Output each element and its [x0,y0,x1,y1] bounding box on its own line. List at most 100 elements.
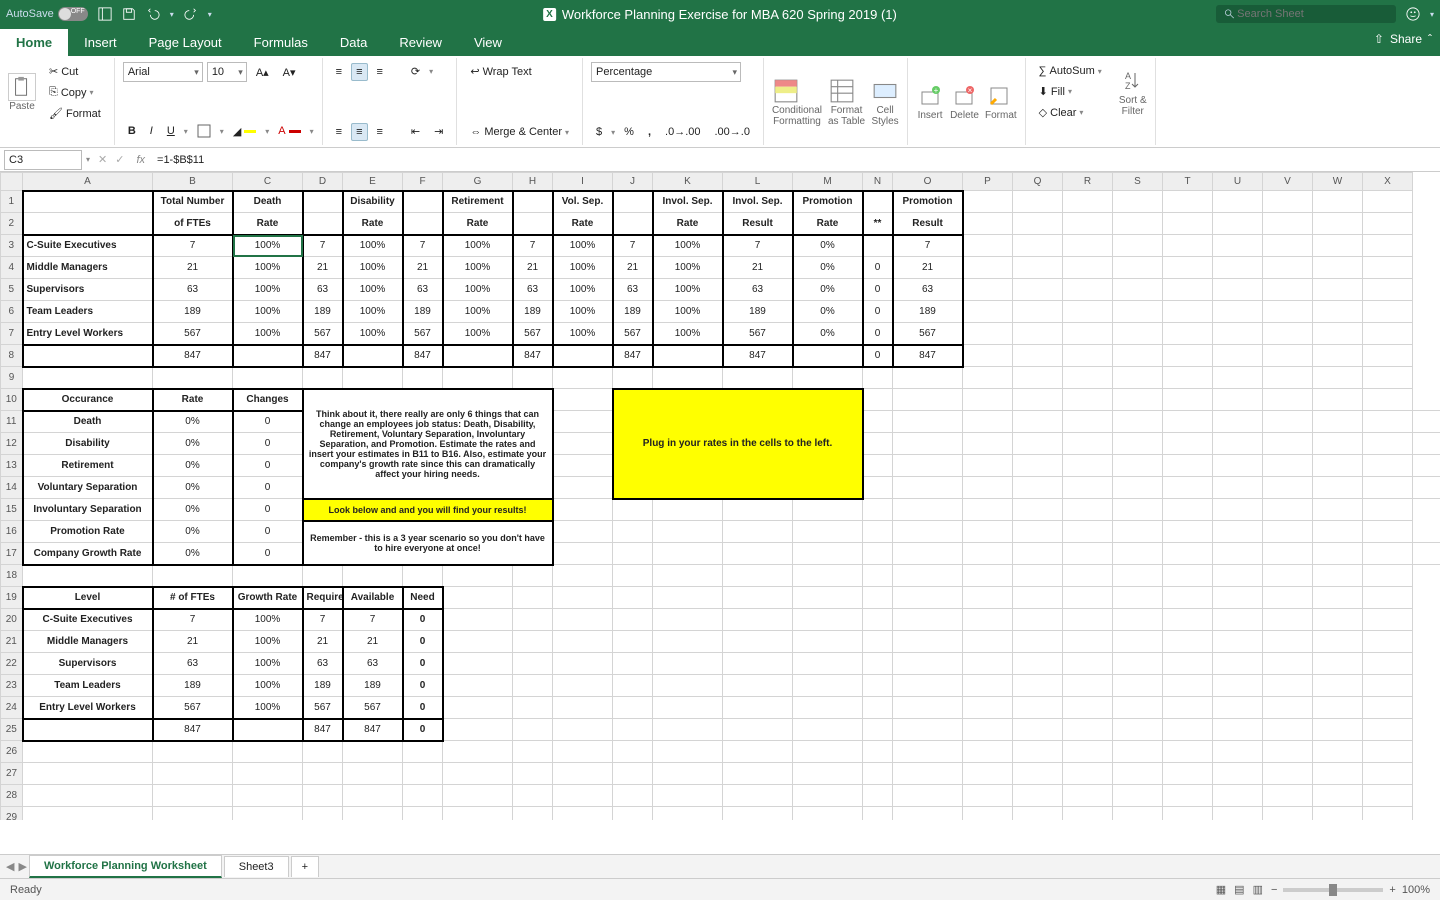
zoom-level[interactable]: 100% [1402,884,1430,896]
cell[interactable] [1063,279,1113,301]
cell[interactable] [513,763,553,785]
cell[interactable] [1013,191,1063,213]
cell[interactable] [653,499,723,521]
cell[interactable] [1063,697,1113,719]
cell[interactable]: 189 [893,301,963,323]
cell[interactable] [653,763,723,785]
cell[interactable] [303,785,343,807]
cell[interactable] [653,741,723,763]
cell[interactable] [403,213,443,235]
cell[interactable]: 847 [153,719,233,741]
cell[interactable] [613,565,653,587]
cell[interactable]: 100% [443,301,513,323]
cell[interactable] [723,631,793,653]
cell[interactable] [1213,653,1263,675]
cell[interactable] [793,499,863,521]
cell[interactable] [1113,279,1163,301]
cell[interactable] [513,785,553,807]
cell[interactable] [653,609,723,631]
row-header[interactable]: 15 [1,499,23,521]
cell[interactable] [233,741,303,763]
cell[interactable] [1163,345,1213,367]
cell[interactable] [303,807,343,821]
cell[interactable] [653,675,723,697]
cell[interactable]: Rate [233,213,303,235]
row-header[interactable]: 17 [1,543,23,565]
align-top-icon[interactable]: ≡ [331,63,347,81]
cell[interactable]: 0 [863,257,893,279]
cell[interactable] [723,763,793,785]
cell[interactable]: 63 [153,279,233,301]
cell[interactable] [863,521,893,543]
row-header[interactable]: 6 [1,301,23,323]
cell[interactable]: Entry Level Workers [23,323,153,345]
cell[interactable] [513,697,553,719]
cell[interactable] [1363,521,1413,543]
cell[interactable] [613,499,653,521]
col-header-G[interactable]: G [443,173,513,191]
cell[interactable] [1213,587,1263,609]
cell[interactable] [1213,301,1263,323]
align-left-icon[interactable]: ≡ [331,123,347,141]
increase-decimal-button[interactable]: .0→.00 [660,123,705,141]
cell[interactable] [1363,191,1413,213]
cell[interactable] [303,741,343,763]
cell[interactable]: 21 [513,257,553,279]
cell[interactable] [1163,279,1213,301]
cell[interactable] [963,807,1013,821]
cell[interactable] [513,565,553,587]
cell[interactable]: Result [723,213,793,235]
cell[interactable] [1163,477,1213,499]
merge-center-button[interactable]: ⇔Merge & Center▾ [465,123,574,141]
format-painter-button[interactable]: 🖌Format [44,104,106,123]
cell[interactable] [1113,741,1163,763]
cell[interactable]: # of FTEs [153,587,233,609]
cell[interactable] [893,675,963,697]
cell[interactable]: Middle Managers [23,631,153,653]
cell[interactable] [1213,719,1263,741]
cell[interactable] [1013,411,1063,433]
cell[interactable] [893,367,963,389]
cell[interactable]: 0% [793,235,863,257]
cell[interactable] [23,367,153,389]
cell[interactable]: 100% [653,257,723,279]
cell[interactable] [553,763,613,785]
cell[interactable] [1063,653,1113,675]
cell[interactable] [723,807,793,821]
cell[interactable] [1113,301,1163,323]
redo-icon[interactable] [184,7,198,21]
cell[interactable] [1013,697,1063,719]
cell[interactable] [1213,411,1263,433]
format-cells-button[interactable]: Format [985,82,1017,121]
col-header-L[interactable]: L [723,173,793,191]
cell[interactable] [1413,477,1440,499]
cell[interactable] [1113,631,1163,653]
cell[interactable] [553,741,613,763]
cell[interactable]: 100% [553,235,613,257]
cell[interactable] [893,631,963,653]
cell[interactable]: 21 [403,257,443,279]
cell[interactable] [613,521,653,543]
cell[interactable]: Rate [443,213,513,235]
cell[interactable]: 0 [233,433,303,455]
col-header-C[interactable]: C [233,173,303,191]
cell[interactable] [1263,741,1313,763]
cell[interactable]: 847 [723,345,793,367]
cell[interactable] [863,477,893,499]
cell[interactable] [793,631,863,653]
cell[interactable] [23,785,153,807]
row-header[interactable]: 3 [1,235,23,257]
cell[interactable]: 7 [613,235,653,257]
cell[interactable]: 100% [443,257,513,279]
cell[interactable] [1213,609,1263,631]
decrease-decimal-button[interactable]: .00→.0 [709,123,754,141]
cell[interactable] [153,785,233,807]
cell[interactable] [613,675,653,697]
cell[interactable]: Think about it, there really are only 6 … [303,389,553,499]
cell[interactable] [553,807,613,821]
cell[interactable] [233,785,303,807]
cell[interactable]: 100% [343,301,403,323]
font-color-button[interactable]: A [273,122,305,140]
cell[interactable] [403,763,443,785]
cell[interactable] [1263,257,1313,279]
